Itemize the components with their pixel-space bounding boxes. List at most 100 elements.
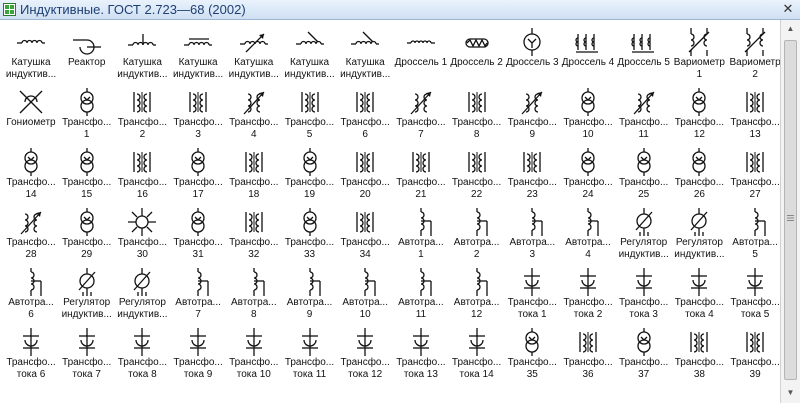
scroll-up-icon[interactable]: ▲ xyxy=(783,22,798,36)
shape-item[interactable]: Трансфо... 22 xyxy=(449,144,505,206)
shape-item[interactable]: Катушка индуктив... xyxy=(337,24,393,86)
shape-label: Трансфо... 19 xyxy=(284,177,335,200)
shape-item[interactable]: Трансфо... 3 xyxy=(170,84,226,146)
shape-item[interactable]: Трансфо... тока 9 xyxy=(170,324,226,386)
shape-label: Трансфо... 38 xyxy=(674,357,725,380)
shape-item[interactable]: Регулятор индуктив... xyxy=(114,264,170,326)
shape-item[interactable]: Трансфо... 14 xyxy=(3,144,59,206)
shape-item[interactable]: Автотра... 1 xyxy=(393,204,449,266)
shape-item[interactable]: Регулятор индуктив... xyxy=(59,264,115,326)
shape-item[interactable]: Реактор xyxy=(59,24,115,86)
shape-item[interactable]: Трансфо... 15 xyxy=(59,144,115,206)
shape-item[interactable]: Дроссель 4 xyxy=(560,24,616,86)
close-icon[interactable]: ✕ xyxy=(780,1,796,17)
shape-item[interactable]: Трансфо... тока 13 xyxy=(393,324,449,386)
shape-item[interactable]: Трансфо... 2 xyxy=(114,84,170,146)
shape-item[interactable]: Трансфо... 29 xyxy=(59,204,115,266)
shape-item[interactable]: Трансфо... 4 xyxy=(226,84,282,146)
shape-item[interactable]: Дроссель 3 xyxy=(504,24,560,86)
shape-item[interactable]: Трансфо... 33 xyxy=(282,204,338,266)
shape-item[interactable]: Трансфо... 11 xyxy=(616,84,672,146)
shape-item[interactable]: Трансфо... 7 xyxy=(393,84,449,146)
shape-item[interactable]: Трансфо... 19 xyxy=(282,144,338,206)
shape-item[interactable]: Трансфо... 18 xyxy=(226,144,282,206)
shape-item[interactable]: Трансфо... тока 14 xyxy=(449,324,505,386)
shape-item[interactable]: Трансфо... 37 xyxy=(616,324,672,386)
shape-item[interactable]: Трансфо... 9 xyxy=(504,84,560,146)
shape-label: Трансфо... 5 xyxy=(284,117,335,140)
shape-item[interactable]: Трансфо... 31 xyxy=(170,204,226,266)
shape-item[interactable]: Катушка индуктив... xyxy=(114,24,170,86)
shape-item[interactable]: Катушка индуктив... xyxy=(3,24,59,86)
shape-item[interactable]: Автотра... 4 xyxy=(560,204,616,266)
shape-label: Вариометр 2 xyxy=(729,57,781,80)
shape-item[interactable]: Автотра... 7 xyxy=(170,264,226,326)
shape-item[interactable]: Трансфо... тока 3 xyxy=(616,264,672,326)
shape-item[interactable]: Трансфо... 26 xyxy=(671,144,727,206)
shape-item[interactable]: Трансфо... 17 xyxy=(170,144,226,206)
shape-item[interactable]: Трансфо... 28 xyxy=(3,204,59,266)
shape-item[interactable]: Трансфо... 25 xyxy=(616,144,672,206)
coil-adjustable-icon xyxy=(351,31,380,45)
shape-item[interactable]: Автотра... 9 xyxy=(282,264,338,326)
transformer-circles-icon xyxy=(302,148,317,176)
transformer-circles-icon xyxy=(24,148,38,176)
shape-item[interactable]: Трансфо... 34 xyxy=(337,204,393,266)
shape-item[interactable]: Дроссель 5 xyxy=(616,24,672,86)
shape-item[interactable]: Трансфо... тока 12 xyxy=(337,324,393,386)
shape-label: Гониометр xyxy=(6,117,56,128)
shape-item[interactable]: Трансфо... 38 xyxy=(671,324,727,386)
shape-item[interactable]: Трансфо... 6 xyxy=(337,84,393,146)
shape-item[interactable]: Трансфо... 32 xyxy=(226,204,282,266)
shape-item[interactable]: Трансфо... 16 xyxy=(114,144,170,206)
shape-item[interactable]: Автотра... 12 xyxy=(449,264,505,326)
shape-item[interactable]: Автотра... 2 xyxy=(449,204,505,266)
shape-label: Трансфо... тока 3 xyxy=(619,297,669,320)
shape-item[interactable]: Вариометр 2 xyxy=(727,24,780,86)
shape-item[interactable]: Вариометр 1 xyxy=(671,24,727,86)
shape-item[interactable]: Трансфо... тока 7 xyxy=(59,324,115,386)
shape-item[interactable]: Трансфо... тока 8 xyxy=(114,324,170,386)
regulator-icon xyxy=(78,268,96,296)
shape-item[interactable]: Дроссель 2 xyxy=(449,24,505,86)
shape-item[interactable]: Автотра... 3 xyxy=(504,204,560,266)
shape-item[interactable]: Трансфо... 30 xyxy=(114,204,170,266)
shape-item[interactable]: Трансфо... 10 xyxy=(560,84,616,146)
scroll-thumb[interactable] xyxy=(784,40,797,380)
shape-item[interactable]: Автотра... 5 xyxy=(727,204,780,266)
shape-item[interactable]: Трансфо... 24 xyxy=(560,144,616,206)
shape-item[interactable]: Катушка индуктив... xyxy=(282,24,338,86)
shape-item[interactable]: Трансфо... 8 xyxy=(449,84,505,146)
shape-item[interactable]: Трансфо... тока 10 xyxy=(226,324,282,386)
shape-item[interactable]: Трансфо... 35 xyxy=(504,324,560,386)
shape-item[interactable]: Трансфо... тока 2 xyxy=(560,264,616,326)
shape-item[interactable]: Автотра... 11 xyxy=(393,264,449,326)
shape-item[interactable]: Трансфо... 36 xyxy=(560,324,616,386)
shape-item[interactable]: Трансфо... 12 xyxy=(671,84,727,146)
shape-item[interactable]: Трансфо... тока 6 xyxy=(3,324,59,386)
shape-item[interactable]: Автотра... 6 xyxy=(3,264,59,326)
shape-item[interactable]: Трансфо... тока 1 xyxy=(504,264,560,326)
shape-item[interactable]: Трансфо... 1 xyxy=(59,84,115,146)
shape-item[interactable]: Трансфо... 23 xyxy=(504,144,560,206)
shape-item[interactable]: Катушка индуктив... xyxy=(226,24,282,86)
shape-item[interactable]: Трансфо... тока 5 xyxy=(727,264,780,326)
shape-item[interactable]: Регулятор индуктив... xyxy=(671,204,727,266)
shape-item[interactable]: Трансфо... 20 xyxy=(337,144,393,206)
shape-item[interactable]: Трансфо... тока 4 xyxy=(671,264,727,326)
shape-item[interactable]: Трансфо... тока 11 xyxy=(282,324,338,386)
shape-item[interactable]: Трансфо... 5 xyxy=(282,84,338,146)
shape-item[interactable]: Трансфо... 13 xyxy=(727,84,780,146)
shape-item[interactable]: Автотра... 8 xyxy=(226,264,282,326)
autotransformer-icon xyxy=(364,268,376,296)
shape-item[interactable]: Трансфо... 39 xyxy=(727,324,780,386)
shape-item[interactable]: Трансфо... 27 xyxy=(727,144,780,206)
shape-item[interactable]: Катушка индуктив... xyxy=(170,24,226,86)
shape-item[interactable]: Регулятор индуктив... xyxy=(616,204,672,266)
shape-item[interactable]: Трансфо... 21 xyxy=(393,144,449,206)
shape-item[interactable]: Автотра... 10 xyxy=(337,264,393,326)
shape-item[interactable]: Гониометр xyxy=(3,84,59,146)
vertical-scrollbar[interactable]: ▲ ▼ xyxy=(780,20,800,403)
scroll-down-icon[interactable]: ▼ xyxy=(783,386,798,400)
shape-item[interactable]: Дроссель 1 xyxy=(393,24,449,86)
